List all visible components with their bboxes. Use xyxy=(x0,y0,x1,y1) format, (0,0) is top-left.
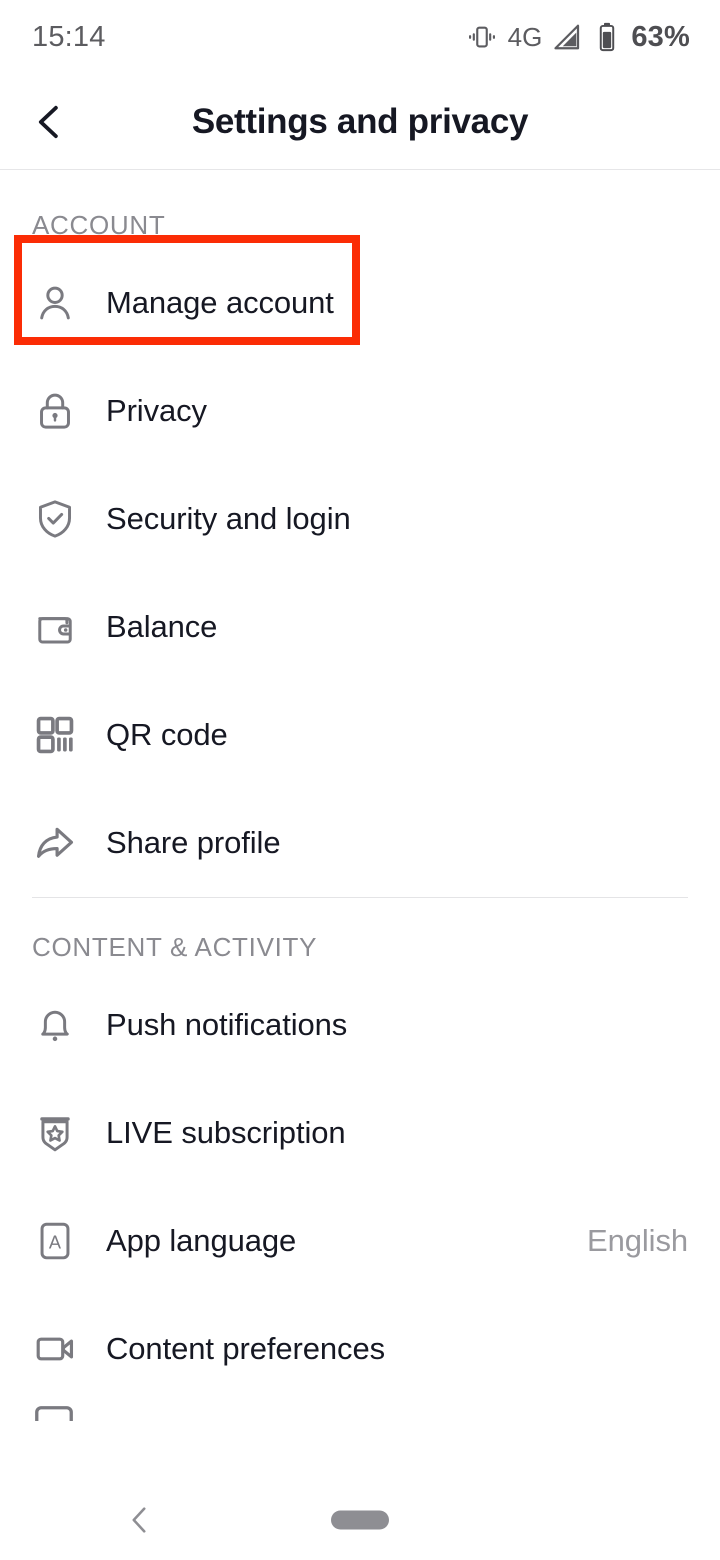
battery-percent-label: 63% xyxy=(631,20,690,53)
section-account: ACCOUNT Manage account Privacy Security … xyxy=(0,170,720,897)
list-item-label: App language xyxy=(106,1223,297,1258)
manage-account-wrapper: Manage account xyxy=(0,235,720,357)
bell-icon xyxy=(32,1002,78,1048)
vibrate-icon xyxy=(467,22,497,52)
chevron-left-icon xyxy=(30,102,70,142)
list-item-label: Push notifications xyxy=(106,1007,348,1042)
wallet-icon xyxy=(32,604,78,650)
shield-check-icon xyxy=(32,496,78,542)
list-item-manage-account[interactable]: Manage account xyxy=(0,249,720,357)
nav-home-pill[interactable] xyxy=(331,1510,389,1530)
list-item-label: QR code xyxy=(106,717,228,752)
list-item-label: Manage account xyxy=(106,285,334,320)
list-item-security-and-login[interactable]: Security and login xyxy=(0,465,720,573)
person-icon xyxy=(32,280,78,326)
qr-code-icon xyxy=(32,712,78,758)
list-item-share-profile[interactable]: Share profile xyxy=(0,789,720,897)
list-item-balance[interactable]: Balance xyxy=(0,573,720,681)
status-bar: 15:14 4G 63% xyxy=(0,0,720,74)
battery-icon xyxy=(594,22,620,52)
video-camera-icon xyxy=(32,1326,78,1372)
partial-icon xyxy=(35,1406,73,1421)
list-item-label: Content preferences xyxy=(106,1331,385,1366)
list-item-label: Share profile xyxy=(106,825,281,860)
list-item-label: Security and login xyxy=(106,501,351,536)
app-header: Settings and privacy xyxy=(0,74,720,170)
chevron-left-icon xyxy=(123,1503,157,1537)
list-item-privacy[interactable]: Privacy xyxy=(0,357,720,465)
list-item-qr-code[interactable]: QR code xyxy=(0,681,720,789)
network-type-label: 4G xyxy=(507,21,543,52)
list-item-app-language[interactable]: A App language English xyxy=(0,1187,720,1295)
status-time: 15:14 xyxy=(32,20,106,53)
list-item-label: LIVE subscription xyxy=(106,1115,346,1150)
lock-icon xyxy=(32,388,78,434)
back-button[interactable] xyxy=(22,94,78,150)
list-item-live-subscription[interactable]: LIVE subscription xyxy=(0,1079,720,1187)
section-header-content-activity: CONTENT & ACTIVITY xyxy=(32,932,318,962)
list-item-value: English xyxy=(587,1223,688,1258)
list-item-push-notifications[interactable]: Push notifications xyxy=(0,971,720,1079)
list-item-label: Balance xyxy=(106,609,218,644)
page-title: Settings and privacy xyxy=(191,101,529,141)
signal-icon xyxy=(553,22,583,52)
account-list: Manage account Privacy Security and logi… xyxy=(0,235,720,897)
section-header-account: ACCOUNT xyxy=(32,210,166,240)
letter-a-box-icon: A xyxy=(32,1218,78,1264)
share-arrow-icon xyxy=(32,820,78,866)
svg-text:A: A xyxy=(49,1233,62,1253)
content-activity-list: Push notifications LIVE subscription A A… xyxy=(0,971,720,1421)
status-indicators: 4G 63% xyxy=(467,21,690,54)
nav-back-button[interactable] xyxy=(116,1496,164,1544)
list-item-label: Privacy xyxy=(106,393,207,428)
list-item-content-preferences[interactable]: Content preferences xyxy=(0,1295,720,1403)
section-content-activity: CONTENT & ACTIVITY Push notifications LI… xyxy=(0,898,720,1421)
badge-star-icon xyxy=(32,1110,78,1156)
list-item-partial-cutoff[interactable] xyxy=(0,1403,720,1421)
android-nav-bar xyxy=(0,1480,720,1560)
